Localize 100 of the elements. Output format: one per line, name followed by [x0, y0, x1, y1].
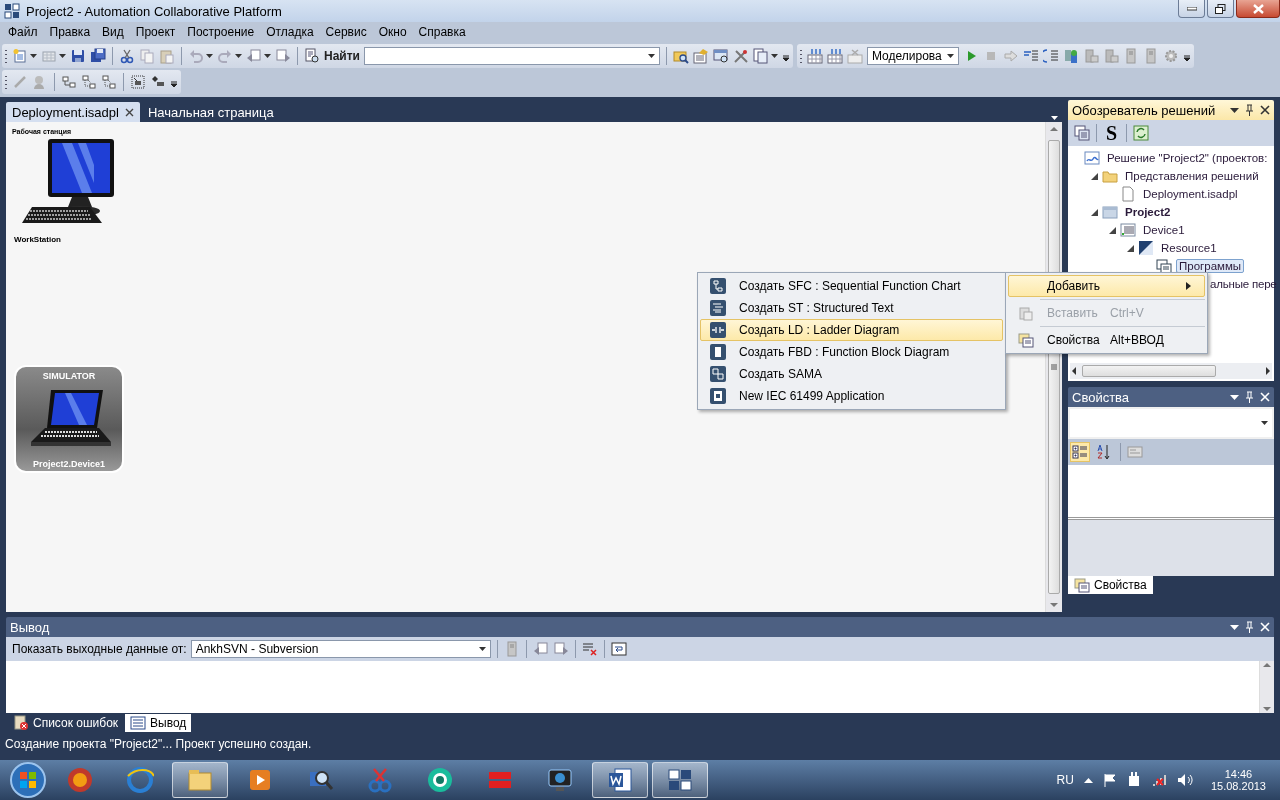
caret-icon[interactable]	[478, 647, 486, 651]
save-all-icon[interactable]	[90, 48, 106, 64]
folder-search-icon[interactable]	[673, 48, 689, 64]
menu-item[interactable]: Создать LD : Ladder Diagram	[700, 319, 1003, 341]
tree-item[interactable]: Resource1	[1158, 241, 1220, 255]
menu-item[interactable]: Добавить	[1008, 275, 1205, 297]
restore-button[interactable]	[1207, 0, 1234, 18]
flag-icon[interactable]	[1102, 773, 1117, 787]
cut-icon[interactable]	[119, 48, 135, 64]
caret-icon[interactable]	[648, 54, 655, 58]
taskbar-app[interactable]	[172, 762, 228, 798]
toolbar-symbol[interactable]: S	[1103, 123, 1121, 143]
caret-icon[interactable]	[947, 54, 954, 58]
menu-item[interactable]: New IEC 61499 Application	[700, 385, 1003, 407]
menu-item[interactable]: Отладка	[260, 25, 320, 39]
caret-icon[interactable]	[235, 54, 242, 58]
scroll-right-icon[interactable]	[1264, 367, 1272, 375]
indent-icon[interactable]	[1023, 48, 1039, 64]
menu-item[interactable]: Проект	[129, 25, 182, 39]
menu-item[interactable]: Создать SFC : Sequential Function Chart	[700, 275, 1003, 297]
device-card[interactable]: SIMULATOR Project2.Device1	[14, 365, 124, 473]
menu-item[interactable]: Вид	[96, 25, 130, 39]
previous-icon[interactable]	[532, 641, 549, 657]
dropdown-icon[interactable]	[1230, 107, 1239, 113]
document-tab[interactable]: Начальная страница	[141, 102, 280, 122]
documents-icon[interactable]	[1074, 125, 1090, 141]
language-indicator[interactable]: RU	[1056, 773, 1074, 787]
menu-item[interactable]: Создать FBD : Function Block Diagram	[700, 341, 1003, 363]
menu-item[interactable]: Справка	[412, 25, 472, 39]
start-button[interactable]	[8, 761, 48, 799]
menu-item[interactable]: Свойства Alt+ВВОД	[1008, 329, 1205, 351]
properties-tab[interactable]: Свойства	[1068, 576, 1153, 594]
build-icon[interactable]	[807, 48, 823, 64]
scroll-left-icon[interactable]	[1070, 367, 1078, 375]
pages-icon[interactable]	[753, 48, 769, 64]
tray-arrow-icon[interactable]	[1083, 777, 1093, 783]
save-icon[interactable]	[70, 48, 86, 64]
word-wrap-icon[interactable]	[610, 641, 627, 657]
next-icon[interactable]	[552, 641, 569, 657]
tree-item[interactable]: Программы	[1176, 259, 1245, 273]
close-button[interactable]	[1236, 0, 1280, 18]
expander-icon[interactable]	[1090, 172, 1098, 180]
clock-date[interactable]: 15.08.2013	[1210, 780, 1266, 792]
menu-item[interactable]: Правка	[43, 25, 97, 39]
caret-icon[interactable]	[59, 54, 66, 58]
source-dropdown[interactable]: AnkhSVN - Subversion	[190, 640, 491, 658]
panel-tab[interactable]: Вывод	[125, 714, 192, 732]
outdent-icon[interactable]	[1043, 48, 1059, 64]
menu-item[interactable]: Создать ST : Structured Text	[700, 297, 1003, 319]
expander-icon[interactable]	[1126, 244, 1134, 252]
taskbar-app[interactable]	[652, 762, 708, 798]
plug-icon[interactable]	[1126, 772, 1141, 788]
tree-item[interactable]: Решение "Project2" (проектов:	[1104, 151, 1271, 165]
window-search-icon[interactable]	[713, 48, 729, 64]
scroll-down-icon[interactable]	[1263, 705, 1271, 713]
horizontal-scrollbar[interactable]	[1070, 363, 1272, 379]
build-all-icon[interactable]	[827, 48, 843, 64]
menu-item[interactable]: Создать SAMA	[700, 363, 1003, 385]
dropdown-icon[interactable]	[1230, 624, 1239, 630]
tree-item[interactable]: Deployment.isadpl	[1140, 187, 1241, 201]
close-icon[interactable]	[124, 107, 134, 117]
tree-item[interactable]: Представления решений	[1122, 169, 1262, 183]
minimize-button[interactable]	[1178, 0, 1205, 18]
clear-icon[interactable]	[581, 641, 598, 657]
tree-item[interactable]: Project2	[1122, 205, 1174, 219]
caret-icon[interactable]	[771, 54, 778, 58]
tree-item[interactable]: Device1	[1140, 223, 1188, 237]
caret-icon[interactable]	[30, 54, 37, 58]
taskbar-app[interactable]	[592, 762, 648, 798]
menu-item[interactable]: Сервис	[319, 25, 373, 39]
refresh-icon[interactable]	[1133, 125, 1150, 141]
tree-icon[interactable]	[61, 74, 77, 90]
hierarchy-icon[interactable]	[101, 74, 117, 90]
categorized-button[interactable]	[1070, 442, 1090, 462]
document-tab[interactable]: Deployment.isadpl	[6, 102, 140, 122]
speaker-icon[interactable]	[1176, 773, 1193, 787]
caret-icon[interactable]	[1051, 116, 1058, 120]
expander-icon[interactable]	[1108, 226, 1116, 234]
caret-icon[interactable]	[264, 54, 271, 58]
caret-icon[interactable]	[206, 54, 213, 58]
mode-dropdown[interactable]: Моделирова	[867, 47, 959, 65]
menu-item[interactable]: Файл	[2, 25, 44, 39]
caret-icon[interactable]	[1261, 421, 1268, 425]
tools-icon[interactable]	[733, 48, 749, 64]
restore-icon[interactable]	[1215, 3, 1226, 14]
clock-time[interactable]: 14:46	[1224, 768, 1253, 780]
server-icon[interactable]	[1063, 48, 1079, 64]
menu-item[interactable]: Построение	[181, 25, 261, 39]
pin-icon[interactable]	[1245, 104, 1254, 116]
document-search-icon[interactable]	[304, 48, 320, 64]
tree-icon[interactable]	[81, 74, 97, 90]
find-field[interactable]	[364, 47, 660, 65]
menu-item[interactable]: Окно	[372, 25, 413, 39]
panel-tab[interactable]: Список ошибок	[8, 714, 124, 732]
dropdown-icon[interactable]	[1230, 394, 1239, 400]
expander-icon[interactable]	[1090, 208, 1098, 216]
network-icon[interactable]	[1150, 773, 1167, 787]
close-icon[interactable]	[1260, 105, 1270, 115]
minimize-icon[interactable]	[1186, 6, 1197, 11]
selection-icon[interactable]	[130, 74, 146, 90]
